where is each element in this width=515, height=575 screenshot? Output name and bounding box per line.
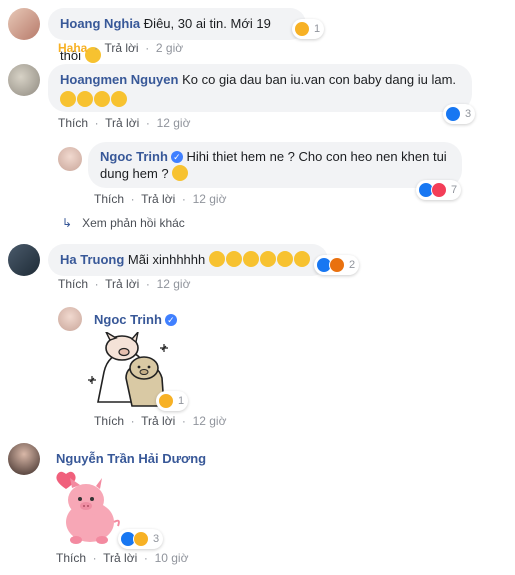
avatar[interactable] (8, 443, 40, 475)
sad-reaction-icon (133, 531, 149, 547)
avatar[interactable] (58, 307, 82, 331)
reaction-count: 7 (451, 184, 458, 196)
timestamp[interactable]: 2 giờ (156, 41, 183, 55)
haha-reaction-icon (294, 21, 310, 37)
reaction-summary[interactable]: 2 (314, 255, 360, 275)
kissing-emoji-icon (111, 91, 127, 107)
verified-badge-icon: ✓ (164, 314, 177, 326)
kissing-emoji-icon (242, 251, 259, 267)
reaction-count: 1 (178, 395, 185, 407)
reply-arrow-icon: ↳ (62, 216, 73, 230)
reaction-link[interactable]: Haha (58, 41, 87, 55)
reaction-summary[interactable]: 3 (118, 529, 164, 549)
comment-header: Ngoc Trinh ✓ (94, 312, 177, 327)
avatar[interactable] (58, 147, 82, 171)
pink-pig-sticker-image[interactable] (54, 470, 124, 546)
heart-eyes-emoji-icon (208, 251, 225, 267)
comment-header: Nguyễn Trần Hải Dương (56, 451, 206, 466)
comment-bubble: Ngoc Trinh ✓ Hihi thiet hem ne ? Cho con … (88, 142, 462, 188)
like-link[interactable]: Thích (56, 551, 86, 565)
reaction-count: 3 (153, 533, 160, 545)
timestamp[interactable]: 12 giờ (157, 277, 191, 291)
haha-reaction-icon (158, 393, 174, 409)
love-reaction-icon (431, 182, 447, 198)
reply-link[interactable]: Trả lời (105, 116, 139, 130)
comment-author[interactable]: Ngoc Trinh (100, 149, 168, 164)
comment-author[interactable]: Ha Truong (60, 252, 124, 267)
comment-actions: Thích · Trả lời · 12 giờ (58, 116, 191, 130)
timestamp[interactable]: 12 giờ (193, 414, 227, 428)
reaction-summary[interactable]: 7 (416, 180, 462, 200)
like-link[interactable]: Thích (94, 192, 124, 206)
kissing-emoji-icon (259, 251, 276, 267)
reaction-summary[interactable]: 1 (156, 391, 189, 411)
reply-link[interactable]: Trả lời (103, 551, 137, 565)
like-link[interactable]: Thích (58, 277, 88, 291)
comment-actions: Thích · Trả lời · 12 giờ (94, 414, 227, 428)
comment-author[interactable]: Ngoc Trinh (94, 312, 162, 327)
kissing-emoji-icon (293, 251, 310, 267)
avatar[interactable] (8, 8, 40, 40)
emoji-row (60, 91, 460, 108)
avatar[interactable] (8, 244, 40, 276)
reply-link[interactable]: Trả lời (105, 277, 139, 291)
comment-bubble: Hoangmen Nguyen Ko co gia dau ban iu.van… (48, 64, 472, 112)
comment-bubble: Hoang Nghia Điêu, 30 ai tin. Mới 19 thôi (48, 8, 306, 63)
reply-link[interactable]: Trả lời (141, 192, 175, 206)
timestamp[interactable]: 10 giờ (155, 551, 189, 565)
like-reaction-icon (445, 106, 461, 122)
like-link[interactable]: Thích (94, 414, 124, 428)
kissing-emoji-icon (276, 251, 293, 267)
comment-actions: Thích · Trả lời · 10 giờ (56, 551, 189, 565)
reaction-count: 1 (314, 23, 321, 35)
angry-reaction-icon (329, 257, 345, 273)
reaction-count: 2 (349, 259, 356, 271)
like-link[interactable]: Thích (58, 116, 88, 130)
reply-link[interactable]: Trả lời (104, 41, 138, 55)
comment-actions: Thích · Trả lời · 12 giờ (58, 277, 191, 291)
comment-author[interactable]: Hoangmen Nguyen (60, 72, 178, 87)
timestamp[interactable]: 12 giờ (193, 192, 227, 206)
kissing-emoji-icon (225, 251, 242, 267)
kissing-emoji-icon (94, 91, 110, 107)
comment-author[interactable]: Nguyễn Trần Hải Dương (56, 451, 206, 466)
verified-badge-icon: ✓ (170, 151, 183, 163)
comment-author[interactable]: Hoang Nghia (60, 16, 140, 31)
comment-text: Ko co gia dau ban iu.van con baby dang i… (182, 72, 457, 87)
reply-link[interactable]: Trả lời (141, 414, 175, 428)
comment-text: Hihi thiet hem ne ? Cho con heo nen khen… (186, 149, 447, 164)
kissing-emoji-icon (77, 91, 93, 107)
kissing-emoji-icon (60, 91, 76, 107)
reaction-summary[interactable]: 3 (443, 104, 476, 124)
comment-text-line2: dung hem ? (100, 165, 450, 182)
comment-actions: Haha · Trả lời · 2 giờ (58, 41, 184, 55)
reaction-count: 3 (465, 108, 472, 120)
comment-text: Mãi xinhhhhh (127, 252, 206, 267)
more-replies-link[interactable]: ↳ Xem phản hồi khác (62, 216, 185, 230)
reaction-summary[interactable]: 1 (292, 19, 325, 39)
comment-actions: Thích · Trả lời · 12 giờ (94, 192, 227, 206)
comment-bubble: Ha Truong Mãi xinhhhhh (48, 244, 328, 276)
avatar[interactable] (8, 64, 40, 96)
winking-tongue-emoji-icon (172, 165, 189, 181)
timestamp[interactable]: 12 giờ (157, 116, 191, 130)
